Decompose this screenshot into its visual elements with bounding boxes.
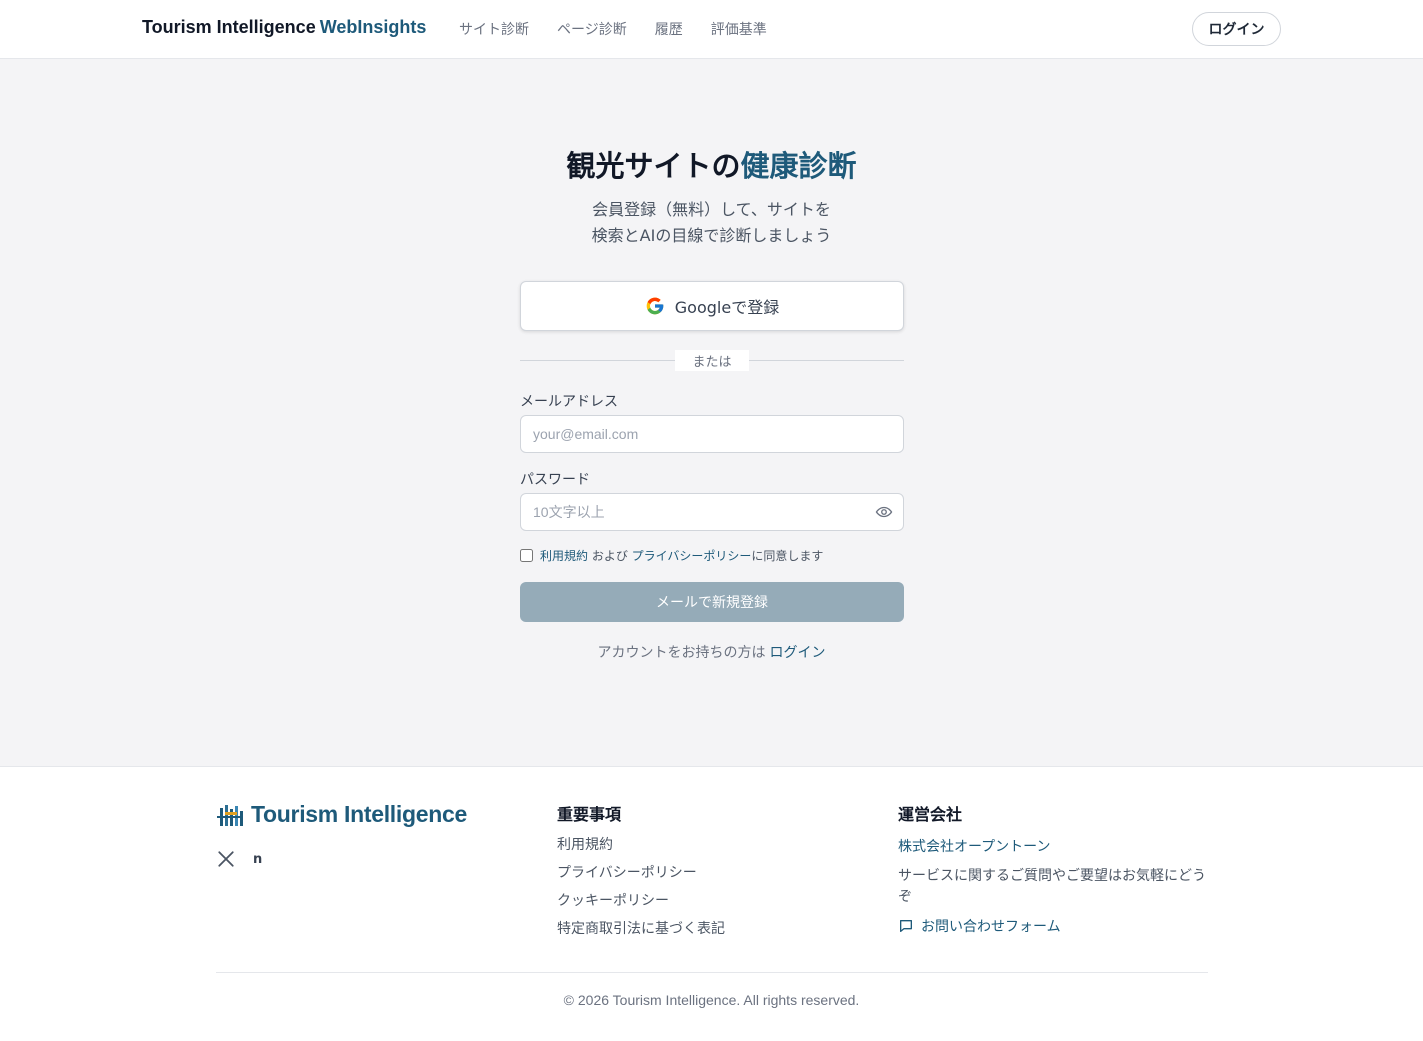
terms-suffix-text: に同意します [751, 549, 824, 563]
title-accent: 健康診断 [740, 149, 857, 183]
chat-bubble-icon [900, 920, 912, 932]
have-account-text: アカウントをお持ちの方は [597, 645, 766, 661]
terms-checkbox[interactable] [520, 549, 533, 562]
divider-or-label: または [675, 350, 749, 371]
note-icon[interactable]: n [253, 852, 262, 867]
google-signup-label: Googleで登録 [674, 298, 780, 317]
important-links: 利用規約 プライバシーポリシー クッキーポリシー 特定商取引法に基づく表記 [557, 836, 725, 939]
page-title: 観光サイトの健康診断 [0, 143, 1423, 185]
important-title: 重要事項 [557, 805, 622, 824]
brand-accent-text: WebInsights [319, 17, 427, 37]
nav-page-diagnosis[interactable]: ページ診断 [557, 19, 627, 39]
company-description: サービスに関するご質問やご要望はお気軽にどうぞ [898, 868, 1206, 905]
contact-form-label: お問い合わせフォーム [921, 919, 1061, 935]
show-password-eye-icon[interactable] [875, 503, 893, 521]
login-link[interactable]: ログイン [770, 645, 826, 661]
main-nav: サイト診断 ページ診断 履歴 評価基準 [459, 19, 767, 39]
subtitle-line-2: 検索とAIの目線で診断しましょう [591, 226, 832, 245]
footer-commerce-law-link[interactable]: 特定商取引法に基づく表記 [557, 920, 725, 939]
page-subtitle: 会員登録（無料）して、サイトを 検索とAIの目線で診断しましょう [0, 197, 1423, 249]
terms-agreement: 利用規約 および プライバシーポリシー に同意します [520, 547, 823, 564]
footer-logo-text: Tourism Intelligence [251, 800, 467, 827]
footer-cookie-link[interactable]: クッキーポリシー [557, 892, 725, 911]
google-signup-button[interactable]: Googleで登録 [520, 281, 904, 331]
x-twitter-icon[interactable] [217, 850, 235, 868]
header-login-button[interactable]: ログイン [1192, 12, 1281, 46]
nav-site-diagnosis[interactable]: サイト診断 [459, 19, 529, 39]
top-navigation-bar: Tourism Intelligence WebInsights サイト診断 ペー… [0, 0, 1423, 59]
email-label: メールアドレス [520, 394, 618, 410]
password-label: パスワード [520, 472, 590, 488]
password-input[interactable] [520, 493, 904, 531]
footer-terms-link[interactable]: 利用規約 [557, 836, 725, 855]
google-icon [646, 297, 664, 315]
brand-main-text: Tourism Intelligence [142, 17, 316, 37]
tourism-intelligence-logo-icon [217, 805, 243, 826]
subtitle-line-1: 会員登録（無料）して、サイトを [592, 200, 831, 219]
social-links: n [217, 850, 262, 868]
company-link[interactable]: 株式会社オープントーン [898, 836, 1050, 856]
contact-form-link[interactable]: お問い合わせフォーム [898, 916, 1061, 936]
nav-history[interactable]: 履歴 [655, 19, 683, 39]
brand-logo[interactable]: Tourism Intelligence WebInsights [142, 17, 426, 38]
footer-privacy-link[interactable]: プライバシーポリシー [557, 864, 725, 883]
title-main: 観光サイトの [566, 149, 741, 183]
copyright: © 2026 Tourism Intelligence. All rights … [563, 992, 860, 1008]
privacy-link[interactable]: プライバシーポリシー [632, 547, 752, 564]
have-account-row: アカウントをお持ちの方は ログイン [0, 642, 1423, 662]
footer: Tourism Intelligence n 重要事項 利用規約 プライバシーポ… [0, 766, 1423, 1041]
email-input[interactable] [520, 415, 904, 453]
terms-link[interactable]: 利用規約 [540, 547, 588, 564]
footer-logo[interactable]: Tourism Intelligence [217, 800, 467, 828]
email-signup-button[interactable]: メールで新規登録 [520, 582, 904, 622]
nav-criteria[interactable]: 評価基準 [711, 19, 767, 39]
footer-divider [216, 972, 1208, 973]
company-title: 運営会社 [898, 805, 963, 824]
terms-and-text: および [588, 549, 632, 563]
